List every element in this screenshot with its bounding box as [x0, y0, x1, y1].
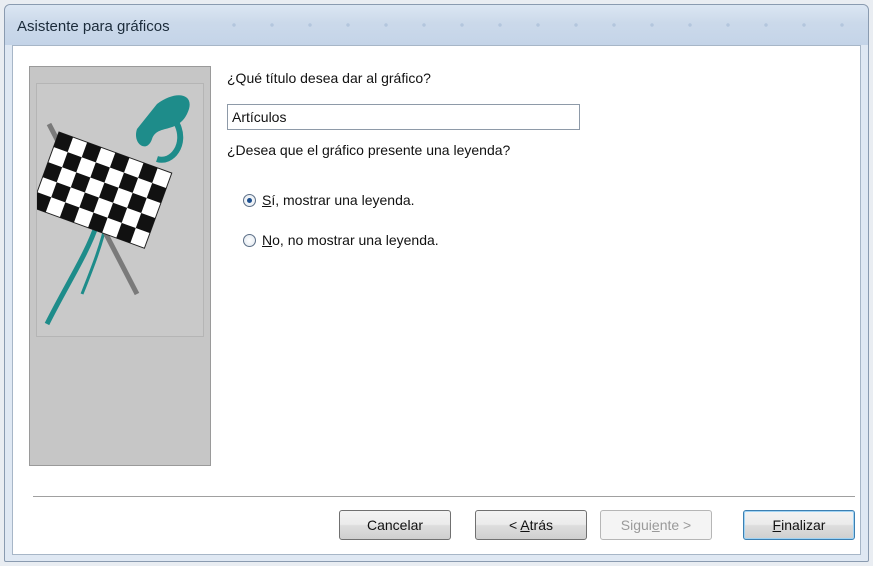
show-legend-option[interactable]: Sí, mostrar una leyenda.	[243, 192, 415, 208]
back-button[interactable]: < Atrás	[475, 510, 587, 540]
checkered-flag-illustration	[36, 83, 204, 337]
chart-wizard-window: Asistente para gráficos ¿Qué título dese…	[4, 4, 869, 562]
title-bar-decoration	[215, 20, 848, 30]
title-question-label: ¿Qué título desea dar al gráfico?	[227, 70, 431, 86]
show-legend-radio[interactable]	[243, 193, 256, 207]
no-legend-label[interactable]: No, no mostrar una leyenda.	[262, 232, 439, 248]
cancel-button[interactable]: Cancelar	[339, 510, 451, 540]
finish-button[interactable]: Finalizar	[743, 510, 855, 540]
no-legend-option[interactable]: No, no mostrar una leyenda.	[243, 232, 439, 248]
next-button[interactable]: Siguiente >	[600, 510, 712, 540]
wizard-client-area: ¿Qué título desea dar al gráfico? ¿Desea…	[12, 45, 861, 555]
legend-question-label: ¿Desea que el gráfico presente una leyen…	[227, 142, 511, 158]
title-bar[interactable]: Asistente para gráficos	[5, 5, 868, 45]
checkered-flag-icon	[37, 95, 190, 326]
chart-title-input[interactable]	[227, 104, 580, 130]
no-legend-radio[interactable]	[243, 233, 256, 247]
show-legend-label[interactable]: Sí, mostrar una leyenda.	[262, 192, 415, 208]
window-title: Asistente para gráficos	[17, 18, 170, 35]
wizard-illustration-panel	[29, 66, 211, 466]
button-separator	[33, 496, 855, 498]
